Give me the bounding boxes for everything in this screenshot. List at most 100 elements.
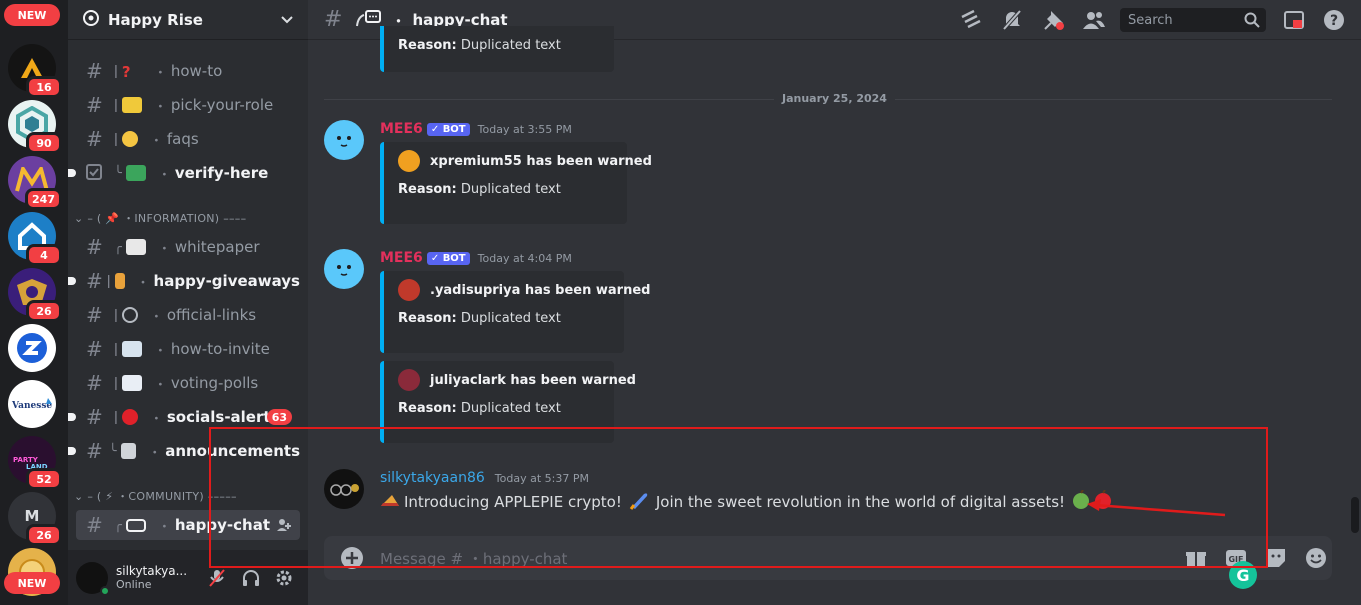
channel-how-to-invite[interactable]: # ǀ ・ how-to-invite [76,334,300,364]
chevron-down-icon[interactable] [280,10,294,29]
inbox-icon[interactable] [1282,8,1306,32]
envelope-icon [121,341,142,357]
user-avatar[interactable] [76,561,110,596]
search-input[interactable]: Search [1120,8,1266,32]
server-badge: 16 [26,76,62,98]
server-icon-6[interactable] [8,324,56,372]
category-community[interactable]: ⌄ – ( ⚡ ・COMMUNITY) ––––– [74,488,237,506]
message-header: MEE6 ✓ BOT Today at 3:55 PM [380,121,572,137]
hash-icon: # [86,513,103,537]
silky-avatar[interactable] [324,469,364,509]
search-icon [1244,12,1260,32]
user-info[interactable]: silkytakya... Online [116,564,199,591]
author-name[interactable]: MEE6 [380,250,423,266]
channel-name: announcements [165,442,300,460]
sticker-icon[interactable] [1264,546,1288,570]
gift-icon[interactable] [1184,546,1208,570]
add-member-icon[interactable] [276,517,292,537]
question-icon: ? [121,63,131,81]
channel-name: socials-alert [166,408,271,426]
channel-name: how-to-invite [170,340,270,358]
embed-reason: Reason: Duplicated text [398,38,561,53]
channel-name: happy-giveaways [153,272,300,290]
embed-reason: Reason: Duplicated text [398,401,561,416]
server-icon-5[interactable]: 26 [8,268,62,322]
check-icon: ✓ [430,252,440,264]
grammarly-icon[interactable]: G [1228,560,1258,594]
channel-pick-your-role[interactable]: # ǀ ・ pick-your-role [76,90,300,120]
server-icon-2[interactable]: 90 [8,100,62,154]
pie-emoji-icon [380,492,400,512]
settings-gear-icon[interactable] [268,562,300,594]
help-icon[interactable]: ? [1322,8,1346,32]
user-avatar-small [398,279,420,301]
embed-title: .yadisupriya has been warned [398,279,650,301]
timestamp: Today at 3:55 PM [477,122,572,136]
server-icon-9[interactable]: M 26 [8,492,62,546]
server-badge: 247 [25,188,62,210]
server-icon-7[interactable]: Vanesse [8,380,56,428]
user-status: Online [116,578,152,591]
channel-name: whitepaper [174,238,260,256]
add-attachment-icon[interactable] [340,546,364,570]
embed-reason: Reason: Duplicated text [398,311,561,326]
green-apple-emoji-icon [1071,489,1091,514]
server-letter: M [24,507,40,525]
mee6-avatar[interactable] [324,249,364,289]
new-pill-bottom: NEW [4,572,60,594]
server-badge: 4 [26,244,62,266]
author-name[interactable]: silkytakyaan86 [380,470,485,486]
category-information[interactable]: ⌄ – ( 📌 ・INFORMATION) –––– [74,210,246,228]
message-text-b: Join the sweet revolution in the world o… [655,493,1066,511]
pinned-messages-icon[interactable] [1042,8,1066,32]
channel-name: official-links [166,306,257,324]
threads-icon[interactable] [960,8,984,32]
bot-badge: ✓ BOT [426,251,470,265]
member-list-icon[interactable] [1082,8,1106,32]
channel-verify-here[interactable]: ╰ ・ verify-here [68,158,300,188]
channel-happy-giveaways[interactable]: # ǀ ・ happy-giveaways [68,266,300,296]
date-divider-label: January 25, 2024 [774,92,895,105]
channel-happy-chat[interactable]: # ╭ ・ happy-chat [76,510,300,540]
channel-whitepaper[interactable]: # ╭ ・ whitepaper [76,232,300,262]
link-icon [121,307,138,323]
channel-socials-alert[interactable]: # ǀ ・ socials-alert 63 [68,402,300,432]
author-name[interactable]: MEE6 [380,121,423,137]
channel-voting-polls[interactable]: # ǀ ・ voting-polls [76,368,300,398]
discord-window: NEW 16 90 247 4 26 Vanesse PARTY LAND 52… [0,0,1361,605]
channel-how-to[interactable]: # ǀ ? ・ how-to [76,56,300,86]
chat-scrollbar-thumb[interactable] [1351,497,1359,533]
hash-icon: # [86,405,103,429]
channel-faqs[interactable]: # ǀ ・ faqs [76,124,300,154]
server-icon-1[interactable]: 16 [8,44,62,98]
mute-microphone-icon[interactable] [201,562,233,594]
channel-announcements[interactable]: # ╰ ・ announcements [68,436,300,466]
guild-header[interactable]: Happy Rise [68,0,308,40]
hash-icon: # [86,337,103,361]
mee6-avatar[interactable] [324,120,364,160]
message-composer[interactable]: Message # ・happy-chat GIF [324,536,1332,580]
server-icon-8[interactable]: PARTY LAND 52 [8,436,62,490]
notification-bell-muted-icon[interactable] [1000,8,1024,32]
hash-icon: # [86,303,103,327]
speech-bubble-icon [125,518,146,532]
channel-name: voting-polls [170,374,259,392]
memo-icon [125,239,146,255]
server-icon-3[interactable]: 247 [8,156,62,210]
user-name: silkytakya... [116,564,188,578]
unread-indicator [68,447,76,455]
channel-official-links[interactable]: # ǀ ・ official-links [76,300,300,330]
red-circle-icon [121,409,138,425]
bot-badge-label: BOT [442,252,466,264]
embed-card-partial: Reason: Duplicated text [380,26,614,72]
hash-icon: # [86,93,103,117]
mention-badge: 63 [266,409,292,425]
emoji-picker-icon[interactable] [1304,546,1328,570]
server-badge: 26 [26,524,62,546]
server-icon-4[interactable]: 4 [8,212,62,266]
bot-badge: ✓ BOT [426,122,470,136]
headphones-icon[interactable] [235,562,267,594]
message-header: MEE6 ✓ BOT Today at 4:04 PM [380,250,572,266]
hash-icon: # [86,371,103,395]
channel-name: happy-chat [174,516,270,534]
